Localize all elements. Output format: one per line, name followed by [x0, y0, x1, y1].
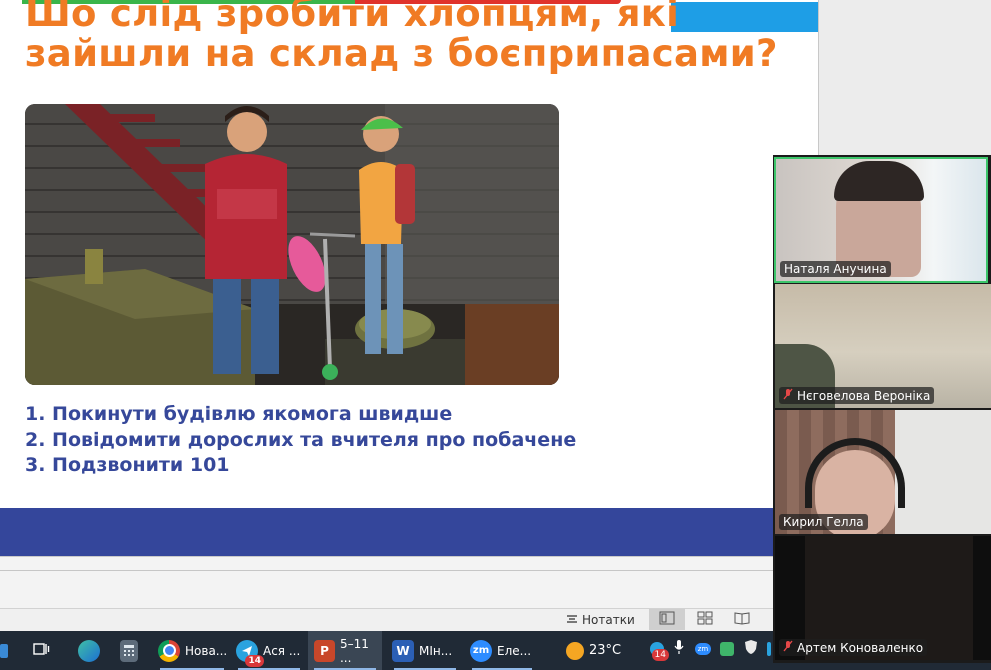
edge-button[interactable]	[74, 631, 104, 670]
calculator-icon	[120, 639, 138, 662]
zoom-tray-icon: zm	[695, 643, 711, 655]
tray-security[interactable]	[742, 640, 760, 658]
taskbar-app-powerpoint[interactable]: P 5–11 ...	[308, 631, 382, 670]
task-view-icon	[32, 641, 50, 660]
slide-title-line-2: зайшли на склад з боєприпасами?	[25, 32, 778, 75]
task-view-button[interactable]	[28, 631, 54, 670]
answer-item: 3. Подзвонити 101	[25, 454, 230, 476]
taskbar-app-label: Еле...	[497, 643, 532, 658]
muted-mic-icon	[783, 640, 793, 655]
notes-divider	[0, 570, 780, 571]
tray-app-icon	[720, 642, 734, 656]
participant-tile[interactable]: Нєговелова Вероніка	[775, 284, 991, 408]
reading-view-icon	[734, 610, 750, 629]
telegram-icon: 14	[236, 639, 264, 667]
sun-icon	[566, 641, 584, 660]
tray-overflow-icon	[767, 642, 771, 656]
edge-icon	[78, 639, 100, 662]
participant-tile[interactable]: Наталя Анучина	[774, 157, 988, 283]
slide-sorter-icon	[697, 610, 713, 629]
slide-footer-band	[0, 508, 818, 556]
taskbar-app-word[interactable]: W МІн...	[388, 631, 462, 670]
chrome-icon	[158, 639, 180, 662]
taskbar-app-label: МІн...	[419, 643, 453, 658]
slide-title-line-1: Шо слід зробити хлопцям, які	[25, 0, 680, 35]
tray-microphone[interactable]	[670, 640, 688, 658]
taskbar-app-telegram[interactable]: 14 Ася ...	[232, 631, 306, 670]
slide-title: Шо слід зробити хлопцям, які зайшли на с…	[25, 0, 818, 74]
participant-name-tag: Наталя Анучина	[780, 261, 891, 277]
participant-name-tag: Нєговелова Вероніка	[779, 387, 935, 404]
participant-name: Кирил Гелла	[783, 515, 864, 529]
weather-widget[interactable]: 23°C	[562, 631, 636, 670]
notes-button[interactable]: Нотатки	[566, 610, 635, 630]
participant-name: Наталя Анучина	[784, 262, 887, 276]
participant-hair	[834, 161, 924, 201]
reading-view-button[interactable]	[724, 609, 760, 630]
notes-icon	[566, 613, 578, 628]
muted-mic-icon	[783, 388, 793, 403]
telegram-tray-icon: 14	[650, 642, 669, 661]
tray-zoom[interactable]: zm	[694, 640, 712, 658]
microphone-icon	[673, 639, 685, 659]
taskbar-app-chrome[interactable]: Нова...	[154, 631, 230, 670]
illustration-svg	[25, 104, 559, 385]
normal-view-button[interactable]	[649, 609, 685, 630]
answer-list: 1. Покинути будівлю якомога швидше 2. По…	[25, 402, 576, 479]
notes-label: Нотатки	[582, 613, 635, 627]
participant-name: Нєговелова Вероніка	[797, 388, 931, 403]
illustration-boys-in-ammo-storage	[25, 104, 559, 385]
windows-icon	[0, 643, 8, 658]
participant-tile[interactable]: Кирил Гелла	[775, 410, 991, 534]
start-button[interactable]	[0, 631, 12, 670]
participant-door	[895, 410, 991, 534]
calculator-button[interactable]	[116, 631, 142, 670]
participant-name-tag: Кирил Гелла	[779, 514, 868, 530]
taskbar-app-zoom[interactable]: zm Еле...	[466, 631, 538, 670]
participant-tile[interactable]: Артем Коноваленко	[775, 536, 991, 660]
participant-name-tag: Артем Коноваленко	[779, 639, 928, 656]
tray-app[interactable]	[718, 640, 736, 658]
answer-item: 1. Покинути будівлю якомога швидше	[25, 403, 453, 425]
unread-badge: 14	[245, 654, 264, 667]
shield-icon	[744, 639, 758, 659]
tray-telegram[interactable]: 14	[648, 640, 669, 661]
taskbar-app-label: Нова...	[185, 643, 228, 658]
answer-item: 2. Повідомити дорослих та вчителя про по…	[25, 428, 577, 451]
slide-sorter-button[interactable]	[687, 609, 723, 630]
slide-canvas: Шо слід зробити хлопцям, які зайшли на с…	[0, 0, 818, 556]
zoom-icon: zm	[470, 639, 492, 662]
taskbar-app-label: 5–11 ...	[339, 636, 369, 665]
taskbar-app-label: Ася ...	[263, 643, 301, 658]
word-icon: W	[392, 639, 414, 662]
powerpoint-icon: P	[314, 639, 335, 662]
tray-unread-badge: 14	[651, 649, 669, 661]
participant-name: Артем Коноваленко	[797, 640, 924, 655]
normal-view-icon	[659, 610, 675, 629]
weather-temperature: 23°C	[589, 643, 622, 658]
